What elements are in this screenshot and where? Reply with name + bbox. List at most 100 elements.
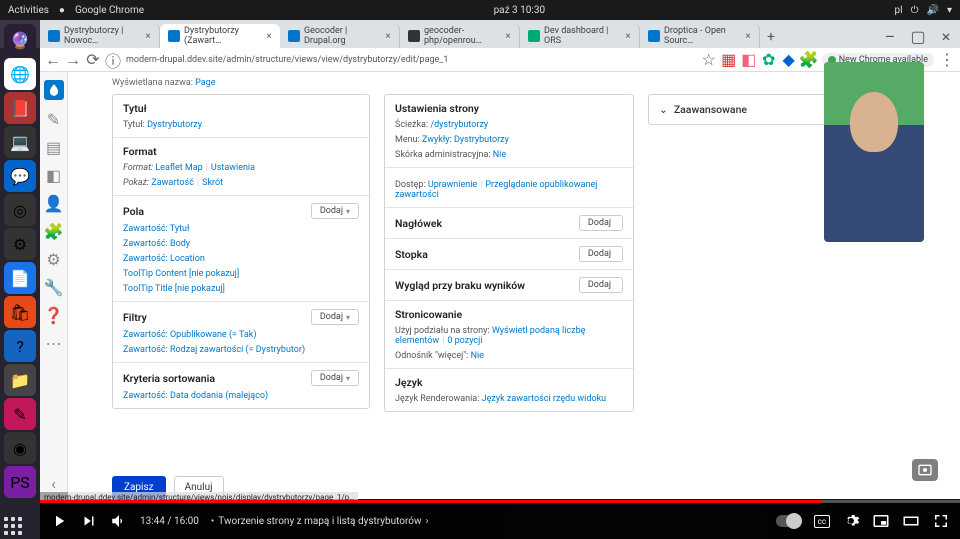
volume-icon[interactable]: 🔊: [927, 5, 939, 16]
sidebar-item-7[interactable]: 🔧: [45, 278, 63, 296]
tab-2[interactable]: Geocoder | Drupal.org×: [280, 24, 400, 48]
title-link[interactable]: Dystrybutorzy: [147, 120, 202, 130]
close-icon[interactable]: ×: [743, 31, 753, 41]
ext-icon-4[interactable]: ◆: [782, 53, 796, 67]
activities-grip-icon[interactable]: [4, 517, 22, 535]
window-minimize[interactable]: –: [876, 24, 904, 48]
field-link[interactable]: Zawartość: Body: [123, 239, 359, 249]
new-tab-button[interactable]: +: [760, 26, 782, 48]
back-icon[interactable]: ←: [46, 53, 60, 67]
theater-icon[interactable]: [902, 512, 920, 530]
dock-app-8[interactable]: 📄: [4, 262, 36, 294]
tab-3[interactable]: geocoder-php/openrou…×: [400, 24, 520, 48]
forward-icon[interactable]: →: [66, 53, 80, 67]
dock-app-11[interactable]: 📁: [4, 364, 36, 396]
next-icon[interactable]: [80, 512, 98, 530]
star-icon[interactable]: ☆: [702, 53, 716, 67]
site-info-icon[interactable]: ⓘ: [106, 53, 120, 67]
close-icon[interactable]: ×: [503, 31, 513, 41]
filter-link[interactable]: Zawartość: Opublikowane (= Tak): [123, 330, 359, 340]
field-link[interactable]: Zawartość: Tytuł: [123, 224, 359, 234]
add-sort-button[interactable]: Dodaj: [311, 370, 359, 386]
menu-link[interactable]: Zwykły: Dystrybutorzy: [422, 135, 509, 145]
dock-app-9[interactable]: 🛍: [4, 296, 36, 328]
window-maximize[interactable]: ▢: [904, 24, 932, 48]
dock-app-1[interactable]: 🔮: [4, 24, 36, 56]
dock-app-7[interactable]: ⚙: [4, 228, 36, 260]
cc-button[interactable]: cc: [814, 515, 830, 528]
chevron-down-icon: ⌄: [659, 103, 668, 116]
autoplay-toggle[interactable]: [776, 515, 802, 527]
tab-5[interactable]: Droptica - Open Sourc…×: [640, 24, 760, 48]
sort-link[interactable]: Zawartość: Data dodania (malejąco): [123, 391, 359, 401]
drupal-logo-icon[interactable]: [44, 80, 64, 100]
url-text[interactable]: modern-drupal.ddev.site/admin/structure/…: [126, 55, 696, 65]
miniplayer-icon[interactable]: [872, 512, 890, 530]
close-icon[interactable]: ×: [264, 31, 274, 41]
sidebar-item-1[interactable]: ✎: [45, 110, 63, 128]
skin-link[interactable]: Nie: [493, 150, 506, 160]
dock-app-14[interactable]: PS: [4, 466, 36, 498]
chevron-right-icon[interactable]: ›: [426, 516, 429, 527]
play-icon[interactable]: [50, 512, 68, 530]
add-filter-button[interactable]: Dodaj: [311, 309, 359, 325]
field-link[interactable]: ToolTip Content [nie pokazuj]: [123, 269, 359, 279]
reload-icon[interactable]: ⟳: [86, 53, 100, 67]
settings-icon[interactable]: [842, 512, 860, 530]
volume-icon[interactable]: [110, 512, 128, 530]
filter-link[interactable]: Zawartość: Rodzaj zawartości (= Dystrybu…: [123, 345, 359, 355]
close-icon[interactable]: ×: [143, 31, 153, 41]
sidebar-item-5[interactable]: 🧩: [45, 222, 63, 240]
sidebar-item-6[interactable]: ⚙: [45, 250, 63, 268]
dock-app-10[interactable]: ?: [4, 330, 36, 362]
path-link[interactable]: /dystrybutorzy: [430, 120, 488, 130]
dock-app-6[interactable]: ◎: [4, 194, 36, 226]
sidebar-item-3[interactable]: ◧: [45, 166, 63, 184]
close-icon[interactable]: ×: [383, 31, 393, 41]
ext-icon-2[interactable]: ◧: [742, 53, 756, 67]
yt-watch-later-icon[interactable]: [912, 459, 938, 481]
pager-items-link[interactable]: 0 pozycji: [447, 336, 482, 346]
power-icon[interactable]: ▾: [947, 5, 952, 16]
add-empty-button[interactable]: Dodaj: [579, 277, 623, 293]
webcam-pip[interactable]: [824, 62, 924, 242]
dock-app-5[interactable]: 💬: [4, 160, 36, 192]
tab-1[interactable]: Dystrybutorzy (Zawart…×: [160, 24, 280, 48]
dock-app-4[interactable]: 💻: [4, 126, 36, 158]
more-link[interactable]: Nie: [471, 351, 484, 361]
lang-link[interactable]: Język zawartości rzędu widoku: [482, 394, 606, 404]
sidebar-item-8[interactable]: ❓: [45, 306, 63, 324]
field-link[interactable]: ToolTip Title [nie pokazuj]: [123, 284, 359, 294]
format-link[interactable]: Leaflet Map: [155, 163, 202, 173]
sidebar-item-2[interactable]: ▤: [45, 138, 63, 156]
field-link[interactable]: Zawartość: Location: [123, 254, 359, 264]
access-perm-link[interactable]: Przeglądanie opublikowanej zawartości: [395, 180, 597, 200]
tab-4[interactable]: Dev dashboard | ORS×: [520, 24, 640, 48]
window-close[interactable]: ×: [932, 24, 960, 48]
add-header-button[interactable]: Dodaj: [579, 215, 623, 231]
close-icon[interactable]: ×: [623, 31, 633, 41]
show-link[interactable]: Zawartość: [151, 178, 194, 188]
show-summary-link[interactable]: Skrót: [202, 178, 223, 188]
ext-icon-1[interactable]: ▦: [722, 53, 736, 67]
tab-0[interactable]: Dystrybutorzy | Nowoc…×: [40, 24, 160, 48]
add-footer-button[interactable]: Dodaj: [579, 246, 623, 262]
dock-app-12[interactable]: ✎: [4, 398, 36, 430]
format-settings-link[interactable]: Ustawienia: [211, 163, 255, 173]
network-icon[interactable]: ⏻: [911, 5, 919, 16]
add-field-button[interactable]: Dodaj: [311, 203, 359, 219]
fullscreen-icon[interactable]: [932, 512, 950, 530]
ext-icon-3[interactable]: ✿: [762, 53, 776, 67]
breadcrumb-link[interactable]: Page: [195, 78, 215, 88]
extensions-icon[interactable]: 🧩: [802, 53, 816, 67]
chrome-menu-icon[interactable]: ⋮: [940, 53, 954, 67]
activities-label[interactable]: Activities: [8, 5, 49, 16]
dock-chrome[interactable]: 🌐: [4, 58, 36, 90]
access-link[interactable]: Uprawnienie: [428, 180, 477, 190]
sidebar-item-4[interactable]: 👤: [45, 194, 63, 212]
sidebar-collapse-icon[interactable]: ‹: [45, 474, 63, 492]
lang-indicator[interactable]: pl: [895, 5, 903, 16]
dock-app-13[interactable]: ◉: [4, 432, 36, 464]
sidebar-item-9[interactable]: ⋯: [45, 334, 63, 352]
dock-app-3[interactable]: 📕: [4, 92, 36, 124]
